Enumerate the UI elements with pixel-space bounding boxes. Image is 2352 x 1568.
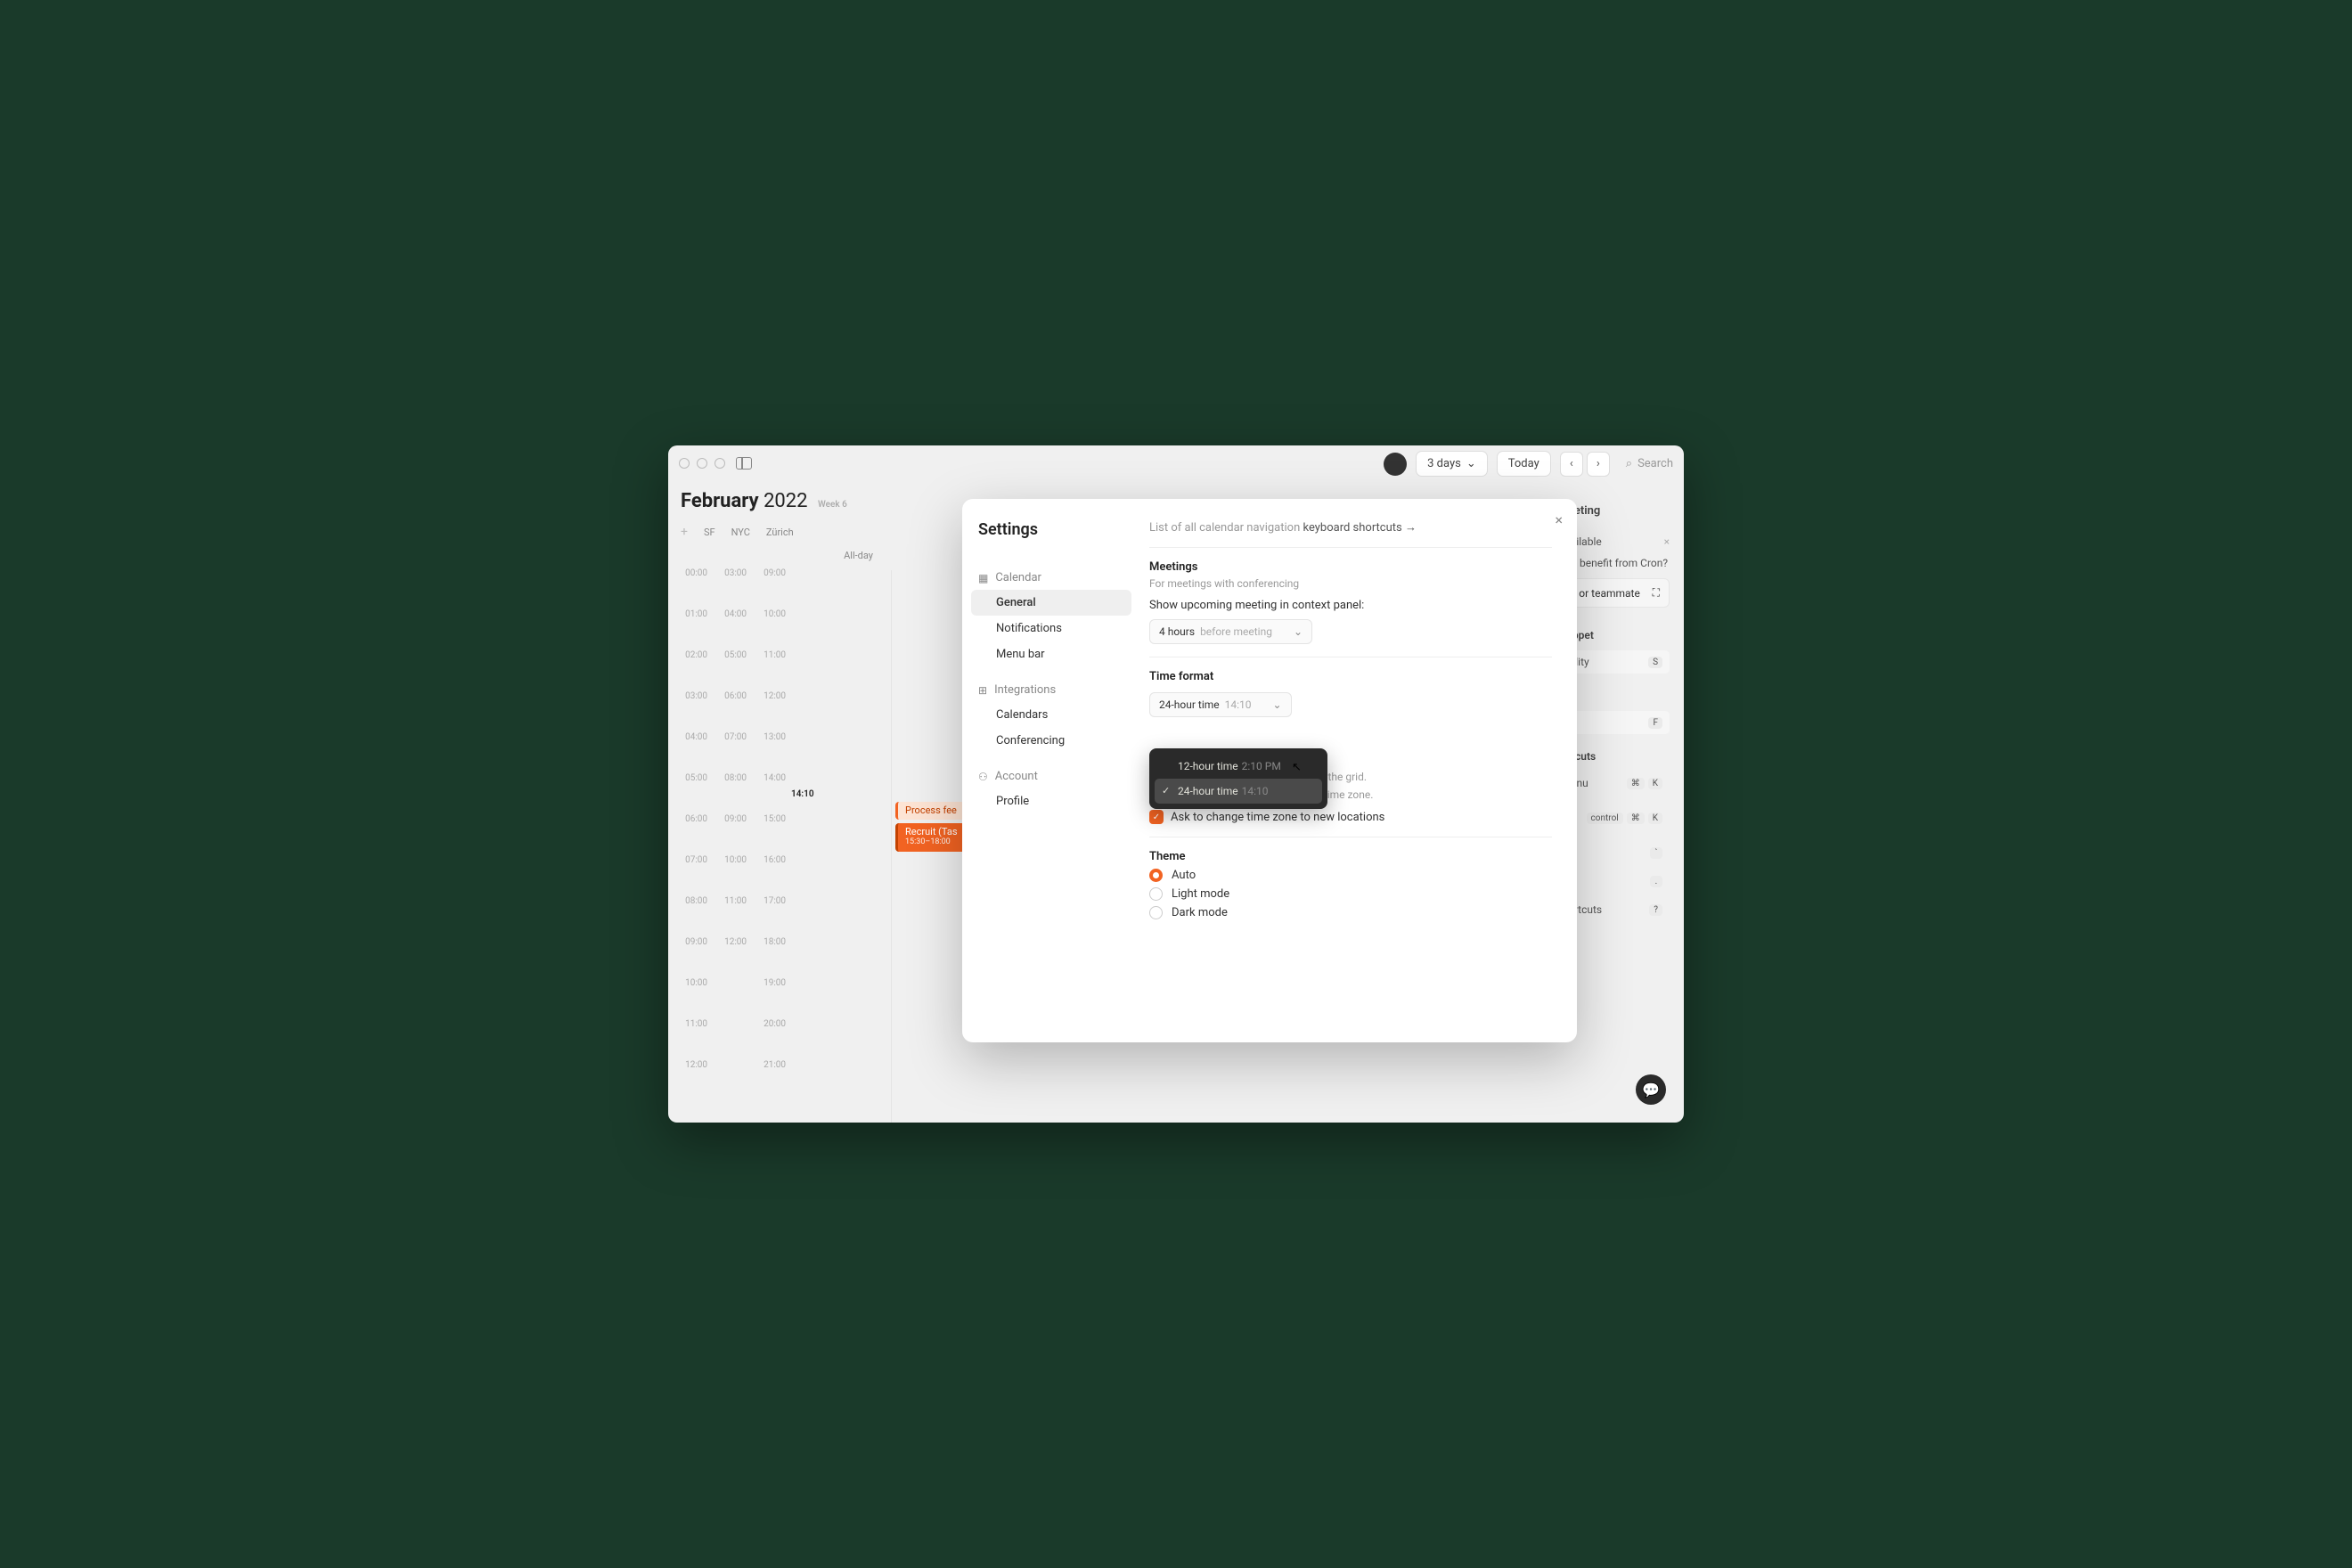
close-icon[interactable]: × xyxy=(1555,511,1563,528)
timezone-row[interactable]: + SF NYC Zürich xyxy=(681,525,878,539)
meetings-heading: Meetings xyxy=(1149,560,1552,574)
avatar[interactable] xyxy=(1384,453,1407,476)
next-button[interactable]: › xyxy=(1587,452,1610,477)
add-timezone-icon[interactable]: + xyxy=(681,525,688,539)
time-gutter: February 2022 Week 6 + SF NYC Zürich All… xyxy=(668,490,891,1123)
settings-nav-item[interactable]: Calendars xyxy=(971,702,1131,728)
settings-nav-item[interactable]: Menu bar xyxy=(971,641,1131,667)
chat-icon: 💬 xyxy=(1642,1082,1660,1098)
traffic-lights[interactable] xyxy=(679,458,725,469)
settings-sidebar: Settings ▦CalendarGeneralNotificationsMe… xyxy=(962,499,1140,1042)
upcoming-meeting-select[interactable]: 4 hours before meeting ⌄ xyxy=(1149,619,1312,644)
time-format-dropdown: 12-hour time2:10 PM 24-hour time14:10 xyxy=(1149,748,1327,809)
tz-auto-change-checkbox[interactable]: ✓ Ask to change time zone to new locatio… xyxy=(1149,810,1552,824)
settings-modal: × Settings ▦CalendarGeneralNotifications… xyxy=(962,499,1577,1042)
gift-icon: ⛶ xyxy=(1653,586,1660,600)
settings-group: ⊞Integrations xyxy=(971,678,1131,702)
time-format-heading: Time format xyxy=(1149,670,1552,683)
allday-label: All-day xyxy=(681,550,878,561)
settings-nav-item[interactable]: Notifications xyxy=(971,616,1131,641)
settings-title: Settings xyxy=(971,520,1131,539)
cursor-icon: ↖ xyxy=(1292,761,1302,774)
checkbox-checked-icon: ✓ xyxy=(1149,810,1164,824)
settings-group: ▦Calendar xyxy=(971,566,1131,590)
theme-option[interactable]: Light mode xyxy=(1149,887,1552,901)
search-icon: ⌕ xyxy=(1626,457,1632,470)
prev-button[interactable]: ‹ xyxy=(1560,452,1583,477)
settings-group: ⚇Account xyxy=(971,764,1131,788)
settings-nav-item[interactable]: Conferencing xyxy=(971,728,1131,754)
theme-option[interactable]: Dark mode xyxy=(1149,906,1552,919)
view-range-label: 3 days xyxy=(1427,457,1461,470)
chevron-down-icon: ⌄ xyxy=(1466,457,1476,470)
dropdown-option-24h[interactable]: 24-hour time14:10 xyxy=(1155,779,1322,804)
week-label: Week 6 xyxy=(818,500,847,510)
view-range-select[interactable]: 3 days ⌄ xyxy=(1416,451,1488,477)
time-format-select[interactable]: 24-hour time 14:10 ⌄ xyxy=(1149,692,1292,717)
nav-hint[interactable]: List of all calendar navigation keyboard… xyxy=(1149,520,1552,535)
chevron-down-icon: ⌄ xyxy=(1273,698,1282,711)
today-button[interactable]: Today xyxy=(1497,451,1551,477)
settings-nav-item[interactable]: General xyxy=(971,590,1131,616)
close-icon[interactable]: × xyxy=(1664,535,1670,548)
settings-nav-item[interactable]: Profile xyxy=(971,788,1131,814)
chat-button[interactable]: 💬 xyxy=(1636,1074,1666,1105)
theme-heading: Theme xyxy=(1149,850,1552,863)
search-input[interactable]: ⌕ Search xyxy=(1626,457,1673,470)
sidebar-toggle-icon[interactable] xyxy=(736,457,752,470)
topbar: 3 days ⌄ Today ‹ › ⌕ Search xyxy=(1384,451,1673,477)
chevron-down-icon: ⌄ xyxy=(1294,625,1303,638)
app-window: 3 days ⌄ Today ‹ › ⌕ Search February 202… xyxy=(668,445,1684,1123)
theme-option[interactable]: Auto xyxy=(1149,869,1552,882)
month-title: February 2022 xyxy=(681,490,813,512)
